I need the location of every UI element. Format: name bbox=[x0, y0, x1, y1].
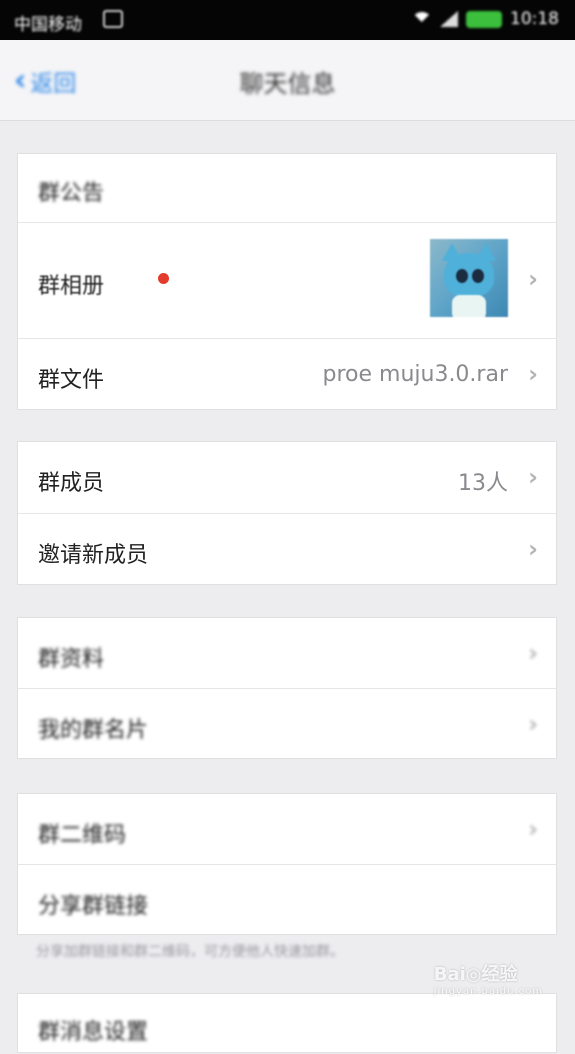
qrcode-label: 群二维码 bbox=[38, 823, 127, 848]
new-badge-dot bbox=[158, 273, 169, 284]
members-count: 13人 bbox=[458, 471, 508, 496]
files-row[interactable]: 群文件 proe muju3.0.rar › bbox=[18, 339, 556, 411]
carrier-name: 中国移动 bbox=[14, 15, 82, 35]
profile-section: 群资料 › 我的群名片 › bbox=[17, 617, 557, 759]
members-label: 群成员 bbox=[38, 471, 105, 496]
announcement-row[interactable]: 群公告 bbox=[18, 154, 556, 223]
group-profile-label: 群资料 bbox=[38, 647, 105, 672]
members-row[interactable]: 群成员 13人 › bbox=[18, 442, 556, 514]
status-bar: 中国移动 10:18 bbox=[0, 0, 575, 40]
notify-section: 群消息设置 bbox=[17, 993, 557, 1053]
invite-row[interactable]: 邀请新成员 › bbox=[18, 514, 556, 586]
group-media-section: 群公告 群相册 › 群文件 proe muju3.0.rar › bbox=[17, 153, 557, 410]
chevron-right-icon: › bbox=[528, 463, 538, 491]
chevron-right-icon: › bbox=[528, 639, 538, 667]
chevron-right-icon: › bbox=[528, 360, 538, 388]
album-label: 群相册 bbox=[38, 274, 105, 299]
share-section: 群二维码 › 分享群链接 bbox=[17, 793, 557, 935]
navigation-bar: ‹ 返回 聊天信息 bbox=[0, 40, 575, 121]
group-card-label: 我的群名片 bbox=[38, 718, 149, 743]
baidu-jingyan-watermark: Bai◎经验 jingyan.baidu.com bbox=[434, 960, 543, 997]
page-title: 聊天信息 bbox=[239, 70, 336, 98]
notify-row[interactable]: 群消息设置 bbox=[18, 994, 556, 1054]
battery-icon bbox=[466, 10, 502, 28]
clock: 10:18 bbox=[510, 9, 559, 29]
share-link-row[interactable]: 分享群链接 bbox=[18, 865, 556, 936]
album-row[interactable]: 群相册 › bbox=[18, 223, 556, 339]
chevron-right-icon: › bbox=[528, 535, 538, 563]
watermark-url: jingyan.baidu.com bbox=[433, 986, 543, 997]
share-footnote: 分享加群链接和群二维码，可方便他人快速加群。 bbox=[36, 944, 344, 960]
members-section: 群成员 13人 › 邀请新成员 › bbox=[17, 441, 557, 585]
group-card-row[interactable]: 我的群名片 › bbox=[18, 689, 556, 760]
invite-label: 邀请新成员 bbox=[38, 543, 149, 568]
share-link-label: 分享群链接 bbox=[38, 894, 149, 919]
wifi-icon bbox=[412, 12, 432, 26]
qrcode-row[interactable]: 群二维码 › bbox=[18, 794, 556, 865]
status-indicators: 10:18 bbox=[412, 9, 559, 29]
group-profile-row[interactable]: 群资料 › bbox=[18, 618, 556, 689]
chevron-right-icon: › bbox=[528, 265, 538, 293]
chevron-right-icon: › bbox=[528, 815, 538, 843]
announcement-label: 群公告 bbox=[38, 181, 105, 206]
signal-icon bbox=[440, 11, 458, 27]
files-label: 群文件 bbox=[38, 368, 105, 393]
chevron-right-icon: › bbox=[528, 710, 538, 738]
image-notification-icon bbox=[103, 10, 123, 28]
watermark-brand: Bai◎经验 bbox=[433, 964, 518, 985]
notify-label: 群消息设置 bbox=[38, 1020, 149, 1045]
album-thumbnail bbox=[430, 239, 508, 317]
files-value: proe muju3.0.rar bbox=[322, 362, 509, 387]
